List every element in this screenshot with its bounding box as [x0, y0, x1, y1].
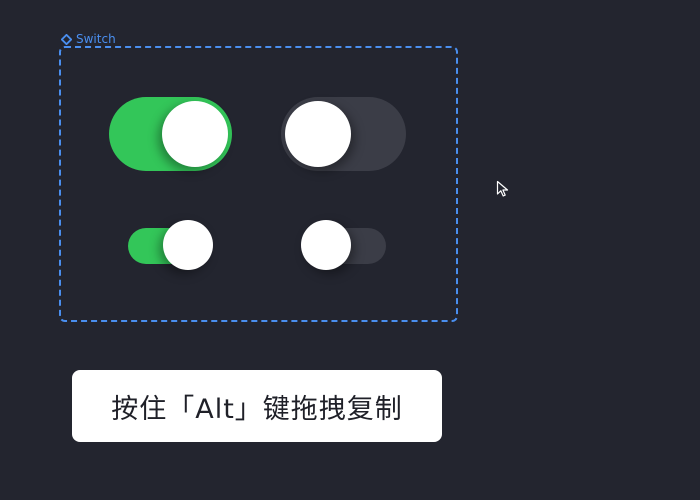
drag-copy-hint: 按住「Alt」键拖拽复制: [72, 370, 442, 442]
hint-text: 按住「Alt」键拖拽复制: [111, 393, 403, 425]
switch-small-on[interactable]: [128, 220, 213, 270]
component-diamond-icon: [61, 33, 72, 45]
switch-small-off[interactable]: [301, 220, 386, 270]
switch-large-off[interactable]: [281, 97, 406, 171]
switch-knob[interactable]: [301, 220, 351, 270]
arrow-cursor-icon: [496, 180, 512, 198]
switch-knob[interactable]: [163, 220, 213, 270]
selection-frame[interactable]: [59, 46, 458, 322]
component-name: Switch: [76, 32, 116, 46]
switch-knob[interactable]: [285, 101, 351, 167]
switch-large-on[interactable]: [109, 97, 232, 171]
switch-knob[interactable]: [162, 101, 228, 167]
component-label: Switch: [61, 31, 116, 47]
